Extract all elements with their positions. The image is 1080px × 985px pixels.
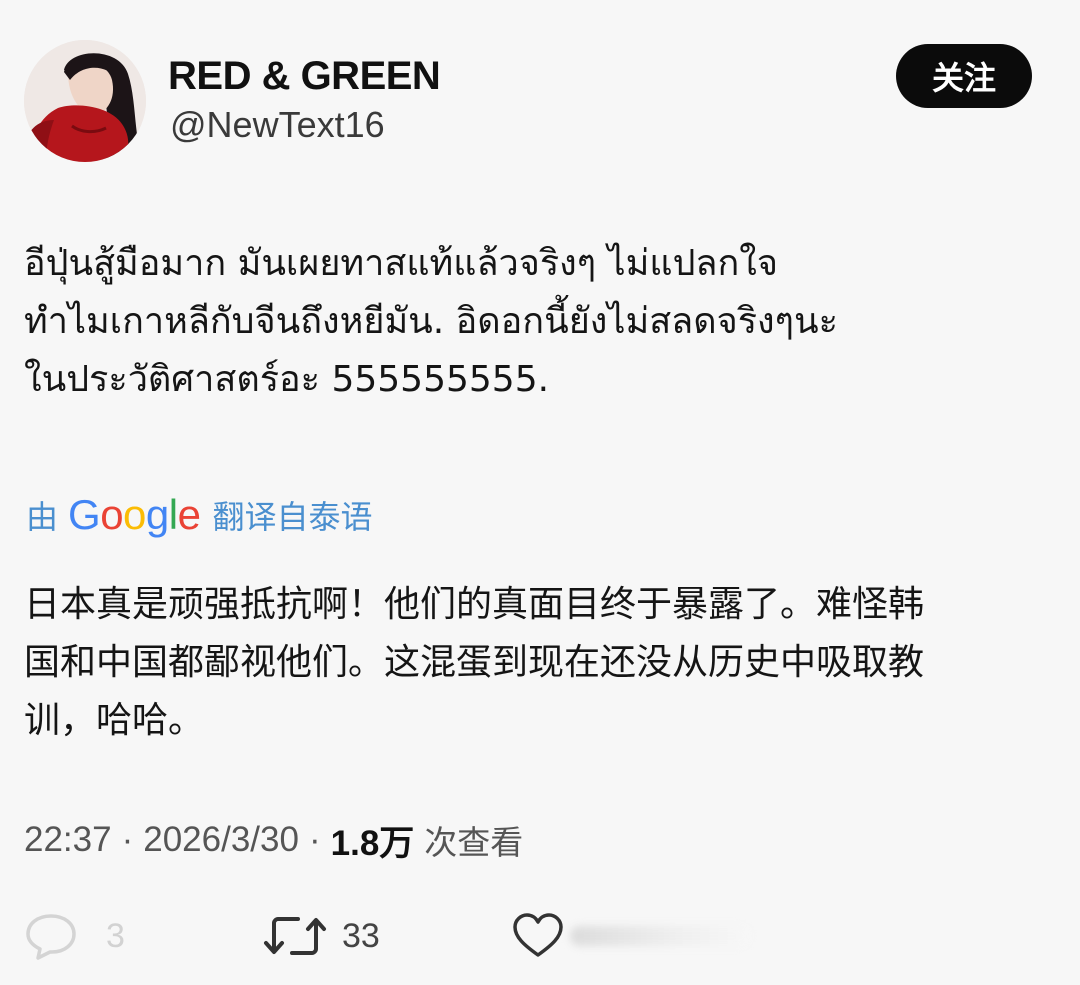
translated-text: 日本真是顽强抵抗啊！他们的真面目终于暴露了。难怪韩 国和中国都鄙视他们。这混蛋到… <box>24 576 1064 750</box>
follow-button[interactable]: 关注 <box>896 44 1032 108</box>
google-logo-letter: G <box>68 491 101 538</box>
display-name[interactable]: RED & GREEN <box>168 54 441 99</box>
avatar-image <box>24 40 146 162</box>
avatar[interactable] <box>24 40 146 162</box>
google-logo: Google <box>68 491 201 539</box>
tweet-date[interactable]: 2026/3/30 <box>143 820 299 860</box>
tweet-time[interactable]: 22:37 <box>24 820 112 860</box>
google-logo-letter: l <box>168 491 178 538</box>
translated-text-line: 国和中国都鄙视他们。这混蛋到现在还没从历史中吸取教 <box>24 642 925 683</box>
views-label: 次查看 <box>424 823 524 862</box>
translation-prefix: 由 <box>26 498 59 536</box>
retweet-button[interactable]: 33 <box>262 900 380 972</box>
handle[interactable]: @NewText16 <box>170 104 385 146</box>
views-count: 1.8万 <box>330 823 415 863</box>
tweet-text-line: ทำไมเกาหลีกับจีนถึงหยีมัน. อิดอกนี้ยังไม… <box>24 301 838 342</box>
translation-attribution-link[interactable]: 由 Google 翻译自泰语 <box>26 490 372 540</box>
meta-separator: · <box>308 820 321 859</box>
google-logo-letter: o <box>123 491 146 538</box>
retweet-icon <box>264 917 326 955</box>
action-bar: 3 33 <box>0 900 1080 972</box>
meta-separator: · <box>121 820 134 859</box>
tweet-text: อีปุ่นสู้มือมาก มันเผยทาสแท้แล้วจริงๆ ไม… <box>24 235 1064 409</box>
tweet-text-line: อีปุ่นสู้มือมาก มันเผยทาสแท้แล้วจริงๆ ไม… <box>24 243 778 284</box>
retweet-count: 33 <box>342 916 380 955</box>
translation-suffix: 翻译自泰语 <box>212 498 373 536</box>
translated-text-line: 日本真是顽强抵抗啊！他们的真面目终于暴露了。难怪韩 <box>24 584 925 625</box>
like-button[interactable] <box>510 900 750 972</box>
google-logo-letter: o <box>100 491 124 538</box>
tweet-text-line: ในประวัติศาสตร์อะ 555555555. <box>24 359 550 400</box>
reply-count: 3 <box>106 916 125 955</box>
tweet-meta: 22:37 · 2026/3/30 · 1.8万 次查看 <box>24 815 523 865</box>
tweet-screen: RED & GREEN @NewText16 关注 อีปุ่นสู้มือมา… <box>0 0 1080 985</box>
heart-icon <box>513 913 563 957</box>
translated-text-line: 训，哈哈。 <box>24 700 205 741</box>
google-logo-letter: g <box>145 491 169 538</box>
reply-button[interactable]: 3 <box>22 900 125 972</box>
like-count-blurred <box>570 926 750 946</box>
google-logo-letter: e <box>177 491 201 538</box>
reply-icon <box>26 914 76 960</box>
